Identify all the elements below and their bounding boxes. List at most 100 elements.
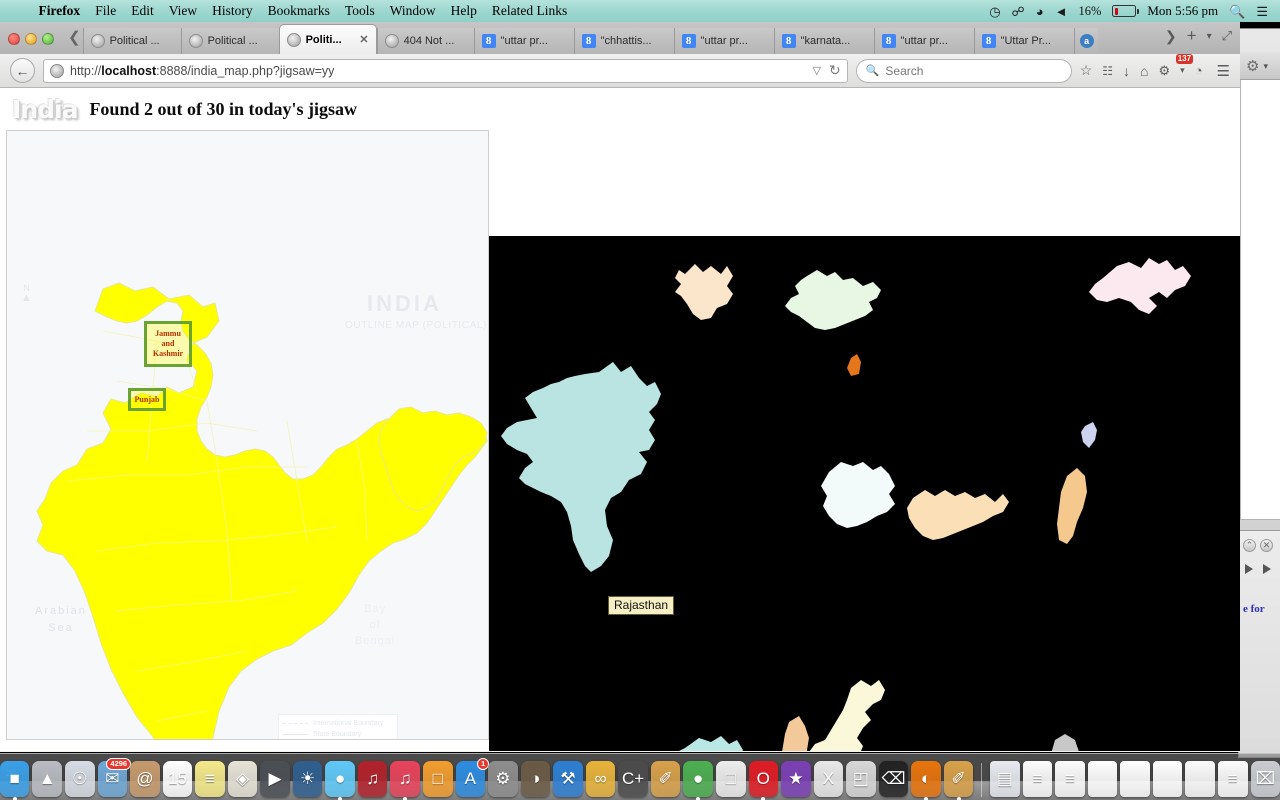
zoom-window-button[interactable]	[42, 33, 54, 45]
dock-icon-notes[interactable]: ≡	[195, 761, 225, 797]
dock-icon-paintbrush-2[interactable]: ✐	[943, 761, 974, 800]
tab-political-1[interactable]: Political ...	[82, 28, 181, 54]
dock-icon-gimp[interactable]: ◑	[520, 761, 551, 797]
tab-amazon[interactable]: a	[1073, 28, 1098, 54]
play-next-icon[interactable]	[1263, 564, 1271, 574]
close-icon[interactable]: ✕	[356, 33, 368, 46]
reader-icon[interactable]: ☷	[1102, 64, 1113, 78]
chevron-down-icon[interactable]: ▾	[1263, 61, 1268, 72]
menu-icon[interactable]: ☰	[1217, 62, 1230, 80]
menu-item-tools[interactable]: Tools	[345, 3, 375, 19]
dock-icon-document-window-2[interactable]: ≡	[1055, 761, 1085, 797]
dock-icon-messages[interactable]: ●	[325, 761, 355, 800]
sync-icon[interactable]: ◔	[1195, 63, 1203, 78]
dock-icon-blank-window-2[interactable]	[1120, 761, 1150, 797]
url-bar[interactable]: http://localhost:8888/india_map.php?jigs…	[43, 58, 848, 83]
dock-icon-itunes-store[interactable]: ♫	[357, 761, 388, 797]
tab-uttar-pr-4[interactable]: 8 "Uttar Pr...	[973, 28, 1074, 54]
bookmark-star-icon[interactable]: ☆	[1080, 62, 1093, 79]
puzzle-icon[interactable]: ⚙	[1159, 63, 1171, 79]
list-all-tabs-icon[interactable]: ▾	[1207, 31, 1212, 42]
search-icon[interactable]: 🔍	[1229, 5, 1245, 18]
clock-icon[interactable]: ◷	[989, 5, 1000, 18]
menu-item-file[interactable]: File	[95, 3, 116, 19]
reload-icon[interactable]: ↻	[829, 62, 841, 79]
menu-bar-clock[interactable]: Mon 5:56 pm	[1147, 3, 1218, 19]
search-bar[interactable]: 🔍 Search	[855, 58, 1072, 83]
dock-icon-finder[interactable]: ■	[0, 761, 30, 800]
back-button[interactable]: ←	[10, 58, 35, 83]
gear-icon[interactable]: ⚙	[1246, 57, 1259, 75]
dock-icon-libreoffice[interactable]: □	[715, 761, 746, 797]
dock-icon-inkscape[interactable]: ∞	[585, 761, 616, 797]
menu-item-bookmarks[interactable]: Bookmarks	[268, 3, 330, 19]
home-icon[interactable]: ⌂	[1140, 63, 1148, 79]
dock-icon-system-preferences[interactable]: ⚙	[488, 761, 518, 797]
dock-icon-contacts[interactable]: @	[130, 761, 160, 797]
tab-uttar-pr-3[interactable]: 8 "uttar pr...	[873, 28, 974, 54]
tab-political-active[interactable]: Politi... ✕	[278, 24, 377, 54]
dock-icon-document-window-1[interactable]: ≡	[1022, 761, 1053, 797]
fullscreen-icon[interactable]: ⤢	[1222, 28, 1232, 44]
minimize-icon[interactable]: ⌃	[1243, 539, 1256, 552]
dock-icon-safari[interactable]: ☉	[65, 761, 95, 797]
dock-icon-terminal-cpp[interactable]: C+	[618, 761, 648, 797]
chevron-down-icon[interactable]: ▾	[1180, 65, 1185, 76]
jigsaw-board[interactable]	[489, 236, 1240, 751]
minimize-window-button[interactable]	[25, 33, 37, 45]
tab-uttar-pr-1[interactable]: 8 "uttar pr...	[473, 28, 574, 54]
jigsaw-pieces[interactable]	[489, 236, 1240, 751]
dock-icon-xcode[interactable]: ⚒	[553, 761, 583, 797]
chevron-left-icon[interactable]: ❯	[60, 28, 83, 54]
dock-icon-iphoto[interactable]: ◰	[846, 761, 876, 797]
dock-icon-imovie[interactable]: ★	[781, 761, 811, 797]
dock-icon-document-window-3[interactable]: ≡	[1217, 761, 1248, 797]
tab-karnata[interactable]: 8 "karnata...	[773, 28, 874, 54]
dock-icon-opera[interactable]: O	[748, 761, 779, 800]
search-input-placeholder[interactable]: Search	[885, 64, 923, 78]
list-icon[interactable]: ☰	[1256, 5, 1268, 18]
dock-icon-blank-window-1[interactable]	[1087, 761, 1118, 797]
found-state-punjab[interactable]: Punjab	[128, 388, 166, 411]
background-window-lower[interactable]: ⌃ ✕ e for	[1238, 530, 1280, 758]
dock-icon-ibooks[interactable]: □	[423, 761, 453, 797]
tab-404-not-found[interactable]: 404 Not ...	[376, 28, 474, 54]
dock-icon-blank-window-4[interactable]	[1185, 761, 1215, 797]
menu-item-help[interactable]: Help	[451, 3, 477, 19]
close-icon[interactable]: ✕	[1260, 539, 1273, 552]
dock-icon-blank-window-3[interactable]	[1152, 761, 1183, 797]
identity-globe-icon[interactable]	[50, 63, 64, 78]
dock-icon-photo-booth[interactable]: ☀	[292, 761, 323, 797]
dock-icon-calendar[interactable]: 15	[162, 761, 193, 797]
tab-overflow-icon[interactable]: ❯	[1165, 28, 1177, 45]
menu-item-firefox[interactable]: Firefox	[38, 3, 80, 19]
dock-icon-terminal[interactable]: ⌫	[878, 761, 909, 797]
new-tab-button[interactable]: +	[1187, 26, 1197, 46]
dock-icon-maps[interactable]: ◈	[227, 761, 258, 797]
india-outline-map[interactable]	[7, 131, 489, 740]
menu-item-edit[interactable]: Edit	[131, 3, 154, 19]
dock-icon-india-map-window[interactable]: ▤	[990, 761, 1020, 797]
play-icon[interactable]	[1245, 564, 1253, 574]
india-map-panel[interactable]: N ▲ INDIA OUTLINE MAP (POLITICAL) Arabia…	[6, 130, 489, 740]
volume-icon[interactable]: ◄	[1055, 5, 1068, 18]
dock-icon-itunes[interactable]: ♫	[390, 761, 421, 800]
dock-icon-xquartz[interactable]: X	[813, 761, 844, 797]
dock-icon-paintbrush[interactable]: ✐	[650, 761, 681, 797]
dock-icon-app-store[interactable]: A1	[455, 758, 490, 797]
menu-item-view[interactable]: View	[169, 3, 197, 19]
menu-item-related-links[interactable]: Related Links	[492, 3, 567, 19]
downloads-icon[interactable]: ↓	[1123, 63, 1130, 79]
tab-chhattis[interactable]: 8 "chhattis...	[573, 28, 674, 54]
menu-item-window[interactable]: Window	[390, 3, 436, 19]
dock-icon-mail[interactable]: ✉ 4296	[97, 758, 132, 797]
dock-icon-facetime[interactable]: ▶	[260, 761, 290, 797]
dock-icon-chrome[interactable]: ●	[683, 761, 713, 800]
tab-political-2[interactable]: Political ...	[180, 28, 279, 54]
dock-icon-firefox[interactable]: ◐	[911, 761, 941, 800]
battery-icon[interactable]	[1112, 5, 1140, 17]
dock-icon-launchpad[interactable]: ▲	[32, 761, 63, 797]
close-window-button[interactable]	[8, 33, 20, 45]
chevron-down-icon[interactable]: ▽	[813, 64, 821, 77]
apple-logo-icon[interactable]: 	[14, 3, 26, 19]
